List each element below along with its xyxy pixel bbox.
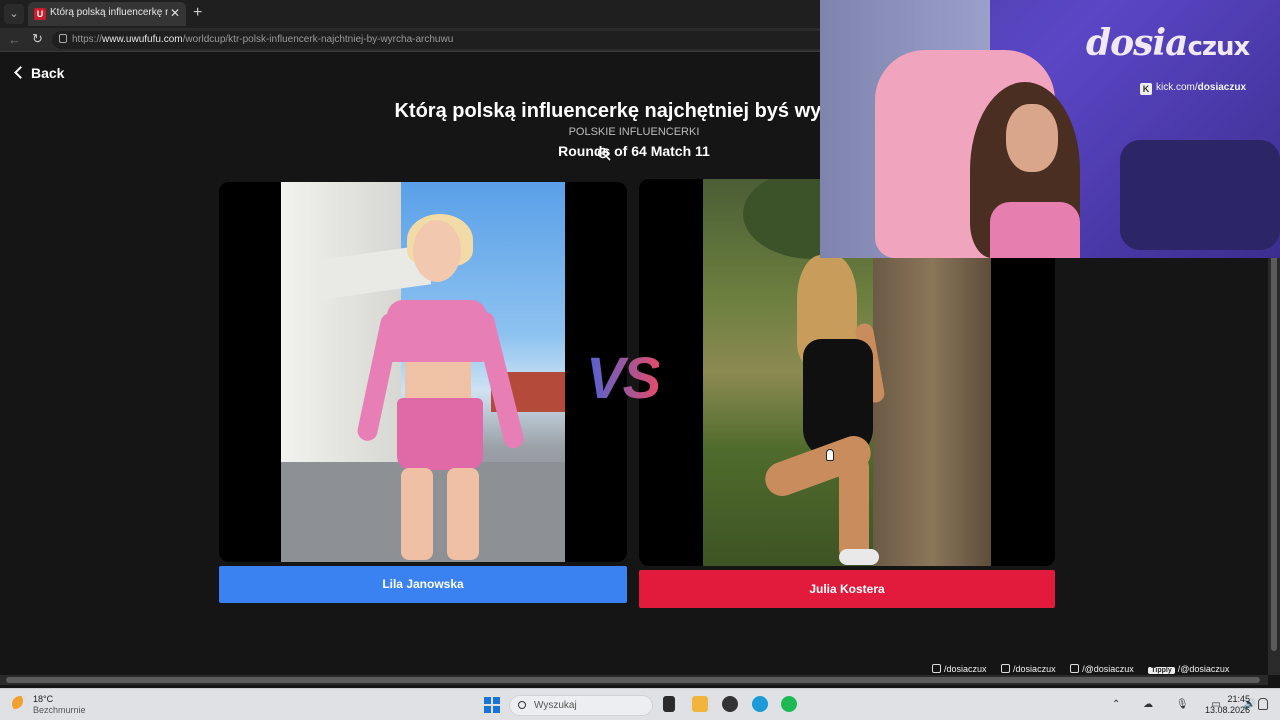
tiktok-icon bbox=[1001, 664, 1011, 673]
taskbar-search[interactable]: Wyszukaj bbox=[509, 695, 653, 716]
back-button[interactable]: Back bbox=[14, 65, 65, 81]
taskbar-search-placeholder: Wyszukaj bbox=[534, 700, 577, 711]
vs-label: VS bbox=[586, 346, 661, 411]
obs-icon[interactable] bbox=[722, 696, 738, 712]
tab-menu-icon[interactable]: ⌄ bbox=[4, 4, 24, 24]
choose-left-button[interactable]: Lila Janowska bbox=[219, 566, 627, 603]
social-youtube: /@dosiaczux bbox=[1070, 664, 1134, 674]
horizontal-scroll-thumb[interactable] bbox=[6, 677, 1260, 683]
clock-date[interactable]: 13.08.2026 bbox=[1200, 705, 1250, 715]
reload-icon[interactable]: ↻ bbox=[32, 31, 43, 47]
edge-icon[interactable] bbox=[752, 696, 768, 712]
youtube-icon bbox=[1070, 664, 1080, 673]
url-input[interactable]: https://www.uwufufu.com/worldcup/ktr-pol… bbox=[52, 31, 832, 49]
file-explorer-icon[interactable] bbox=[692, 696, 708, 712]
tab-title: Którą polską influencerkę najchętniej by… bbox=[50, 7, 168, 18]
lock-icon bbox=[59, 34, 67, 43]
task-view-icon[interactable] bbox=[663, 696, 675, 712]
choose-right-button[interactable]: Julia Kostera bbox=[639, 570, 1055, 608]
kick-link: Kkick.com/dosiaczux bbox=[1140, 82, 1246, 95]
social-tiktok: /dosiaczux bbox=[1001, 664, 1056, 674]
notification-bell-icon[interactable] bbox=[1258, 698, 1268, 710]
weather-temp[interactable]: 18°C bbox=[33, 694, 53, 704]
candidate-card-left[interactable] bbox=[219, 182, 627, 562]
social-instagram: /dosiaczux bbox=[932, 664, 987, 674]
instagram-icon bbox=[932, 664, 941, 673]
zoom-in-icon[interactable] bbox=[597, 147, 611, 161]
candidate-photo-left[interactable] bbox=[281, 182, 565, 562]
horizontal-scrollbar[interactable] bbox=[0, 675, 1268, 685]
chevron-left-icon bbox=[14, 66, 27, 79]
url-text: https://www.uwufufu.com/worldcup/ktr-pol… bbox=[72, 34, 454, 45]
stream-socials: /dosiaczux /dosiaczux /@dosiaczux Tipply… bbox=[932, 664, 1241, 674]
browser-tab[interactable]: U Którą polską influencerkę najchętniej … bbox=[28, 2, 186, 26]
streamer-logo: dosiaczux bbox=[1086, 22, 1250, 64]
screen: ⌄ U Którą polską influencerkę najchętnie… bbox=[0, 0, 1280, 720]
search-icon bbox=[518, 701, 526, 709]
social-tipply: Tipply/@dosiaczux bbox=[1148, 664, 1229, 674]
spotify-icon[interactable] bbox=[781, 696, 797, 712]
back-arrow-icon[interactable]: ← bbox=[8, 32, 21, 47]
windows-taskbar: 18°C Bezchmurnie Wyszukaj ⌃ ☁ 🎙 ▭ 🔊 21:4… bbox=[0, 688, 1280, 720]
clock-time[interactable]: 21:45 bbox=[1208, 694, 1250, 704]
favicon-icon: U bbox=[34, 8, 46, 20]
tipply-badge: Tipply bbox=[1148, 667, 1175, 674]
webcam-overlay: dosiaczux Kkick.com/dosiaczux bbox=[820, 0, 1280, 258]
mouse-cursor bbox=[826, 449, 834, 461]
windows-start-icon[interactable] bbox=[484, 697, 500, 713]
kick-icon: K bbox=[1140, 83, 1152, 95]
close-icon[interactable]: ✕ bbox=[170, 6, 180, 20]
weather-desc[interactable]: Bezchmurnie bbox=[33, 705, 86, 715]
weather-moon-icon[interactable] bbox=[12, 696, 28, 712]
plus-icon[interactable]: + bbox=[193, 4, 202, 22]
back-button-label: Back bbox=[31, 65, 65, 81]
